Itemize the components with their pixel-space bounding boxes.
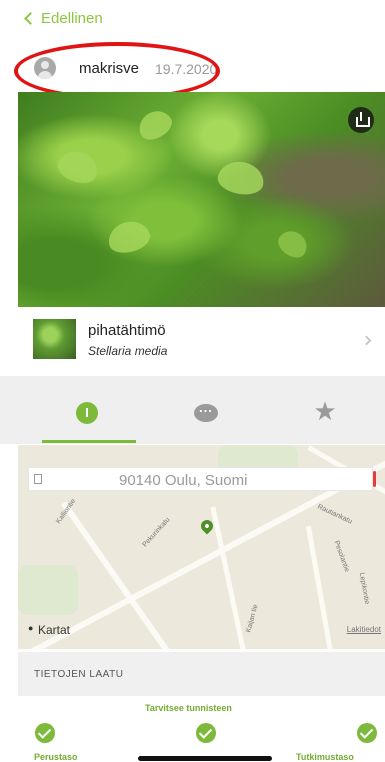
chevron-right-icon	[361, 335, 372, 346]
share-icon[interactable]	[348, 107, 374, 133]
basic-grade-label: Perustaso	[34, 752, 78, 762]
map-attribution: ●	[28, 623, 34, 633]
address-text: 90140 Oulu, Suomi	[119, 472, 248, 489]
location-map[interactable]: Kalliontie Pekurinkatu Rautiankatu Pesol…	[18, 445, 385, 649]
species-thumbnail	[33, 319, 76, 359]
map-legal-link[interactable]: Lakitiedot	[347, 625, 381, 634]
tab-favorite[interactable]: ★	[310, 396, 340, 426]
check-icon	[196, 723, 216, 743]
street-label: Pesolantie	[332, 539, 351, 574]
comment-icon	[194, 400, 218, 422]
map-attribution-text: Kartat	[38, 623, 71, 637]
data-quality-section: Tarvitsee tunnisteen Perustaso Tutkimust…	[0, 696, 385, 762]
needs-id-label: Tarvitsee tunnisteen	[145, 703, 232, 713]
check-icon	[357, 723, 377, 743]
species-row[interactable]: pihatähtimö Stellaria media	[0, 310, 385, 370]
map-road	[210, 506, 251, 649]
location-icon	[34, 474, 42, 484]
back-button[interactable]: Edellinen	[24, 10, 103, 27]
address-marker	[373, 471, 376, 487]
species-scientific-name: Stellaria media	[88, 344, 168, 358]
observation-photo[interactable]	[18, 92, 385, 307]
street-label: Pekurinkatu	[141, 516, 172, 549]
nav-bar: Edellinen	[0, 0, 385, 40]
star-icon: ★	[313, 396, 337, 426]
check-icon	[35, 723, 55, 743]
back-label: Edellinen	[41, 10, 103, 27]
species-common-name: pihatähtimö	[88, 322, 166, 339]
active-tab-indicator	[42, 440, 136, 443]
tab-info[interactable]	[72, 400, 102, 430]
photo-leaf	[104, 217, 154, 257]
back-chevron-icon	[24, 12, 37, 25]
photo-leaf	[273, 225, 313, 263]
street-label: Lepikontie	[357, 572, 371, 605]
map-park	[18, 565, 78, 615]
info-icon	[76, 402, 98, 424]
tab-comments[interactable]	[191, 400, 221, 430]
photo-leaf	[215, 158, 267, 198]
street-label: Kaijan tie	[245, 603, 260, 634]
data-quality-header: TIETOJEN LAATU	[18, 652, 385, 696]
street-label: Rautiankatu	[316, 503, 354, 526]
data-quality-title: TIETOJEN LAATU	[34, 669, 124, 680]
address-field[interactable]: 90140 Oulu, Suomi	[28, 467, 376, 491]
map-road	[305, 525, 336, 649]
photo-leaf	[54, 146, 102, 188]
detail-tabs: ★	[0, 376, 385, 444]
research-grade-label: Tutkimustaso	[296, 752, 354, 762]
home-indicator	[138, 756, 272, 761]
photo-leaf	[133, 105, 177, 145]
